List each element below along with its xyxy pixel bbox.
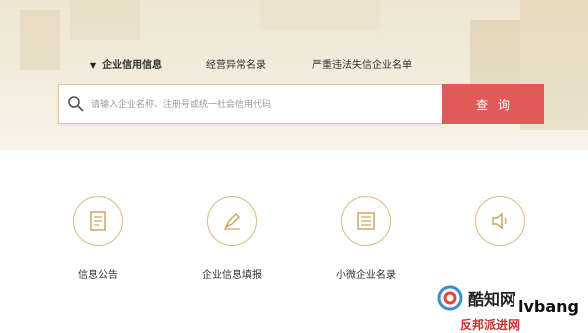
feature-icon-circle <box>341 196 391 246</box>
feature-icon-circle <box>73 196 123 246</box>
tab-serious-violation-list[interactable]: 严重违法失信企业名单 <box>312 56 412 76</box>
caret-down-icon: ▼ <box>90 61 97 70</box>
search-tabs: ▼ 企业信用信息 经营异常名录 严重违法失信企业名单 <box>0 56 588 76</box>
search-icon <box>68 96 84 112</box>
watermark-text: 反邦派进网 <box>460 318 521 332</box>
feature-label: 小微企业名录 <box>336 270 396 281</box>
watermark-logo-icon <box>437 285 463 311</box>
tab-abnormal-list[interactable]: 经营异常名录 <box>206 56 266 76</box>
feature-icon-circle <box>475 196 525 246</box>
search-button[interactable]: 查询 <box>442 84 544 124</box>
feature-small-business-list[interactable]: 小微企业名录 <box>326 196 406 286</box>
list-icon <box>357 212 375 230</box>
document-icon <box>90 211 106 231</box>
search-input[interactable] <box>89 86 439 124</box>
feature-label: 信息公告 <box>78 270 118 281</box>
feature-announcement[interactable] <box>460 196 540 286</box>
feature-icon-circle <box>207 196 257 246</box>
speaker-icon <box>492 212 507 230</box>
tab-label: 严重违法失信企业名单 <box>312 60 412 71</box>
feature-enterprise-report[interactable]: 企业信息填报 <box>192 196 272 286</box>
watermark-text: 酷知网 <box>468 290 517 309</box>
search-bar: 查询 <box>58 84 544 124</box>
tab-label: 经营异常名录 <box>206 60 266 71</box>
watermark-text: lvbang <box>514 296 584 318</box>
feature-label: 企业信息填报 <box>202 270 262 281</box>
search-box <box>58 84 443 124</box>
edit-pen-icon <box>224 213 240 230</box>
tab-enterprise-credit[interactable]: ▼ 企业信用信息 <box>90 56 162 76</box>
tab-label: 企业信用信息 <box>102 60 163 71</box>
feature-info-announcement[interactable]: 信息公告 <box>58 196 138 286</box>
